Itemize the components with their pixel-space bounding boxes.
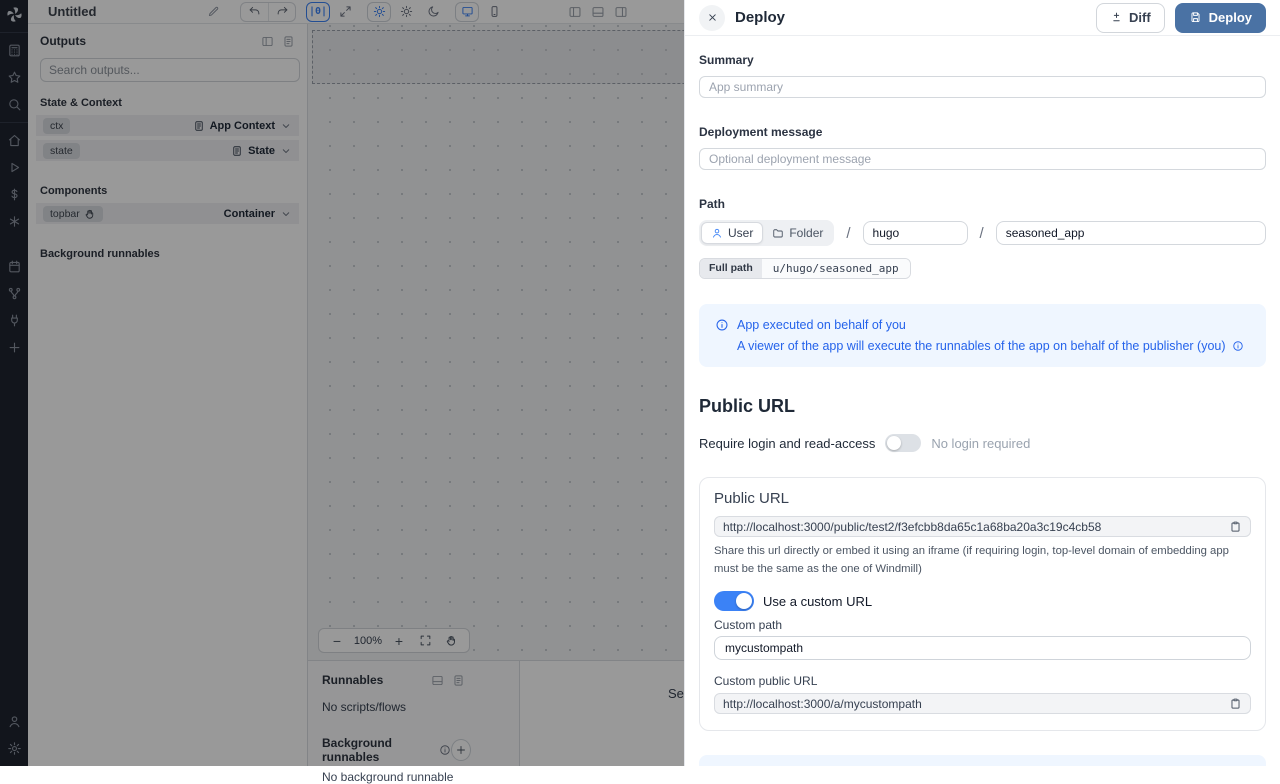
plus-minus-icon	[1110, 11, 1123, 24]
owner-user-option[interactable]: User	[701, 222, 763, 244]
close-icon	[706, 11, 719, 24]
custom-path-input[interactable]	[714, 636, 1251, 660]
behalf-info-box: App executed on behalf of you A viewer o…	[699, 304, 1266, 367]
summary-label: Summary	[699, 53, 1266, 67]
full-path-badge: Full path u/hugo/seasoned_app	[699, 258, 911, 279]
full-path-label: Full path	[700, 259, 762, 278]
drawer-header: Deploy Diff Deploy	[685, 0, 1280, 36]
custom-public-url-value: http://localhost:3000/a/mycustompath	[723, 697, 1221, 711]
public-url-field[interactable]: http://localhost:3000/public/test2/f3efc…	[714, 516, 1251, 537]
path-name-input[interactable]	[996, 221, 1266, 245]
custom-public-url-label: Custom public URL	[714, 674, 1251, 688]
deploy-drawer: Deploy Diff Deploy Summary Deployment me…	[684, 0, 1280, 766]
public-url-heading: Public URL	[699, 396, 1266, 417]
full-path-value: u/hugo/seasoned_app	[762, 259, 910, 278]
owner-kind-toggle: User Folder	[699, 220, 834, 246]
path-owner-input[interactable]	[863, 221, 968, 245]
close-drawer-button[interactable]	[699, 5, 725, 31]
latest-info-box: Only latest deployed app is publicly ava…	[699, 755, 1266, 766]
folder-icon	[772, 227, 784, 239]
owner-folder-option[interactable]: Folder	[763, 222, 832, 244]
background-runnables-empty-text: No background runnable	[322, 770, 505, 784]
behalf-info-title: App executed on behalf of you	[737, 318, 906, 332]
custom-url-toggle-label: Use a custom URL	[763, 594, 872, 609]
user-icon	[711, 227, 723, 239]
public-url-value: http://localhost:3000/public/test2/f3efc…	[723, 520, 1221, 534]
behalf-info-body: A viewer of the app will execute the run…	[737, 339, 1226, 353]
save-icon	[1189, 11, 1202, 24]
drawer-title: Deploy	[735, 9, 785, 26]
custom-url-toggle[interactable]	[714, 591, 754, 611]
deploy-button[interactable]: Deploy	[1175, 3, 1266, 33]
public-url-card-title: Public URL	[714, 490, 1251, 507]
path-label: Path	[699, 197, 1266, 211]
path-separator: /	[980, 225, 984, 242]
require-login-state: No login required	[931, 436, 1030, 451]
share-hint: Share this url directly or embed it usin…	[714, 543, 1251, 578]
deployment-message-label: Deployment message	[699, 125, 1266, 139]
copy-icon[interactable]	[1229, 697, 1242, 710]
public-url-card: Public URL http://localhost:3000/public/…	[699, 477, 1266, 731]
copy-icon[interactable]	[1229, 520, 1242, 533]
custom-path-label: Custom path	[714, 618, 1251, 632]
info-icon[interactable]	[1232, 340, 1244, 352]
path-separator: /	[846, 225, 850, 242]
summary-input[interactable]	[699, 76, 1266, 98]
info-icon	[715, 318, 729, 332]
custom-public-url-field[interactable]: http://localhost:3000/a/mycustompath	[714, 693, 1251, 714]
deployment-message-input[interactable]	[699, 148, 1266, 170]
require-login-label: Require login and read-access	[699, 436, 875, 451]
diff-button[interactable]: Diff	[1096, 3, 1165, 33]
require-login-toggle[interactable]	[885, 434, 921, 452]
